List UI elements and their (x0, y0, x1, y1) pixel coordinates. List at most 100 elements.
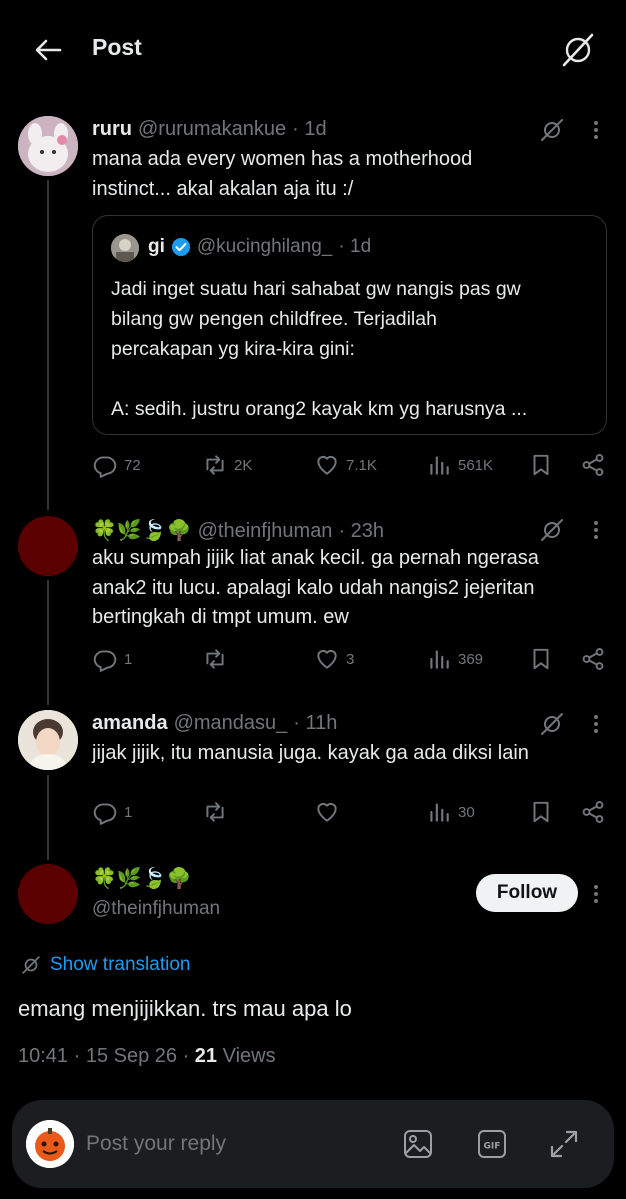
reply-count: 1 (124, 803, 133, 821)
heart-icon (317, 649, 337, 669)
reply-icon (93, 803, 117, 825)
display-name[interactable]: ruru (92, 118, 132, 141)
post-text-line: anak2 itu lucu. apalagi kalo udah nangis… (92, 576, 535, 599)
timestamp: · 23h (338, 520, 385, 542)
page-title: Post (92, 34, 142, 60)
username: @kucinghilang_ (196, 236, 333, 257)
more-options-icon[interactable] (586, 516, 606, 544)
post-timestamp: 10:41 · 15 Sep 26 · (18, 1045, 195, 1067)
repost-button[interactable] (202, 799, 234, 825)
show-translation-link[interactable]: Show translation (20, 954, 190, 976)
views-button[interactable]: 561K (426, 452, 493, 478)
like-button[interactable]: 7.1K (314, 452, 377, 478)
like-count: 3 (346, 650, 355, 668)
quote-text-line: percakapan yg kira-kira gini: (111, 338, 355, 360)
follow-button[interactable]: Follow (476, 874, 578, 912)
verified-badge-icon (171, 237, 191, 257)
like-button[interactable] (314, 799, 346, 825)
post-text: mana ada every women has a motherhood in… (92, 145, 592, 204)
grok-icon[interactable] (538, 516, 566, 544)
bar-chart-icon (430, 650, 449, 669)
quoted-post-header: gi @kucinghilang_ · 1d (148, 236, 371, 258)
share-button[interactable] (580, 646, 606, 672)
thread-line (47, 580, 49, 705)
like-count: 7.1K (346, 456, 377, 474)
timestamp: · 1d (338, 236, 372, 257)
username[interactable]: @theinfjhuman (92, 898, 220, 920)
views-label: Views (217, 1045, 276, 1067)
timestamp: · 11h (293, 712, 338, 734)
repost-button[interactable]: 2K (202, 452, 252, 478)
avatar[interactable] (18, 516, 78, 576)
display-name: gi (148, 236, 165, 257)
quote-text-line: Jadi inget suatu hari sahabat gw nangis … (111, 278, 521, 300)
more-options-icon[interactable] (586, 710, 606, 738)
expand-icon[interactable] (548, 1128, 580, 1160)
image-icon[interactable] (402, 1128, 434, 1160)
post-text: emang menjijikkan. trs mau apa lo (18, 996, 352, 1021)
reply-icon (93, 650, 117, 672)
reply-button[interactable]: 1 (92, 646, 132, 672)
more-options-icon[interactable] (586, 880, 606, 908)
reply-composer[interactable]: Post your reply GIF (12, 1100, 614, 1188)
quote-text-line (111, 364, 591, 394)
top-bar: Post (0, 0, 626, 100)
reply-button[interactable]: 1 (92, 799, 132, 825)
username[interactable]: @mandasu_ (174, 712, 288, 735)
repost-button[interactable] (202, 646, 234, 672)
reply-input[interactable]: Post your reply (86, 1132, 226, 1156)
heart-icon (317, 802, 337, 822)
avatar[interactable] (18, 710, 78, 770)
avatar[interactable] (18, 116, 78, 176)
back-arrow-icon[interactable] (28, 30, 68, 70)
avatar[interactable] (18, 864, 78, 924)
avatar (111, 234, 139, 262)
bookmark-icon (533, 801, 549, 823)
grok-icon[interactable] (538, 710, 566, 738)
post-actions: 1 3 369 (0, 644, 626, 678)
timestamp: · 1d (292, 118, 327, 140)
share-button[interactable] (580, 799, 606, 825)
post-header: 🍀🌿🍃🌳 @theinfjhuman · 23h (92, 518, 384, 543)
bar-chart-icon (430, 456, 449, 475)
post-meta: 10:41 · 15 Sep 26 · 21 Views (18, 1045, 276, 1068)
quote-text-line: A: sedih. justru orang2 kayak km yg haru… (111, 398, 528, 420)
bookmark-icon (533, 454, 549, 476)
gif-icon[interactable]: GIF (476, 1128, 508, 1160)
post-header: ruru @rurumakankue · 1d (92, 118, 327, 141)
repost-count: 2K (234, 456, 253, 474)
display-name[interactable]: amanda (92, 712, 168, 735)
share-icon (582, 801, 604, 823)
share-icon (582, 454, 604, 476)
display-name[interactable]: 🍀🌿🍃🌳 (92, 866, 192, 891)
username[interactable]: @rurumakankue (138, 118, 286, 141)
reply-button[interactable]: 72 (92, 452, 141, 478)
quoted-post[interactable]: gi @kucinghilang_ · 1d Jadi inget suatu … (92, 215, 607, 435)
username[interactable]: @theinfjhuman (198, 520, 333, 543)
more-options-icon[interactable] (586, 116, 606, 144)
repost-icon (206, 802, 224, 822)
reply-icon (93, 456, 117, 478)
bookmark-button[interactable] (528, 799, 554, 825)
post-text: jijak jijik, itu manusia juga. kayak ga … (92, 739, 602, 769)
grok-icon[interactable] (556, 28, 600, 72)
bookmark-button[interactable] (528, 452, 554, 478)
quote-text-line: bilang gw pengen childfree. Terjadilah (111, 308, 437, 330)
grok-icon[interactable] (538, 116, 566, 144)
bookmark-icon (533, 648, 549, 670)
reply-count: 72 (124, 456, 141, 474)
views-count: 21 (194, 1045, 218, 1067)
bookmark-button[interactable] (528, 646, 554, 672)
view-count: 561K (458, 456, 494, 474)
like-button[interactable]: 3 (314, 646, 354, 672)
post-text-line: aku sumpah jijik liat anak kecil. ga per… (92, 547, 539, 569)
display-name[interactable]: 🍀🌿🍃🌳 (92, 518, 192, 543)
views-button[interactable]: 30 (426, 799, 475, 825)
repost-icon (206, 649, 224, 669)
post-text-line: instinct... akal akalan aja itu :/ (92, 177, 354, 200)
reply-count: 1 (124, 650, 133, 668)
share-button[interactable] (580, 452, 606, 478)
avatar (26, 1120, 74, 1168)
views-button[interactable]: 369 (426, 646, 483, 672)
quoted-post-text: Jadi inget suatu hari sahabat gw nangis … (111, 274, 591, 424)
